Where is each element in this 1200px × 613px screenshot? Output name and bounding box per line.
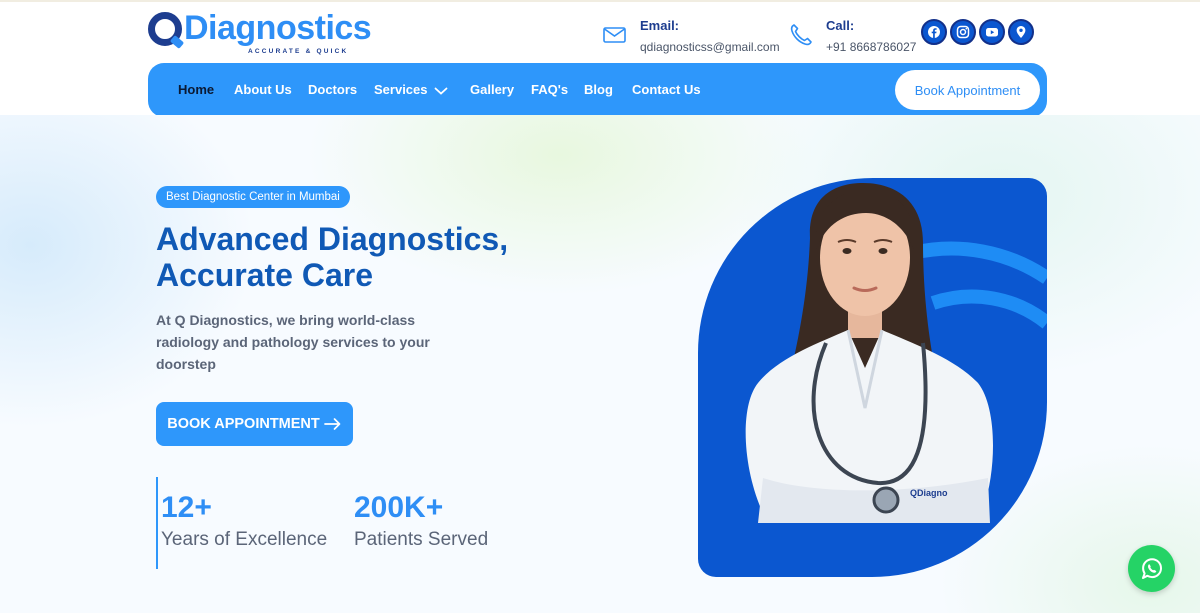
phone-icon [790, 24, 812, 46]
nav-home[interactable]: Home [178, 82, 214, 97]
facebook-icon[interactable] [921, 19, 947, 45]
stat-patients-label: Patients Served [354, 529, 489, 550]
stats-accent-line [156, 477, 158, 569]
social-links [921, 19, 1034, 45]
youtube-icon[interactable] [979, 19, 1005, 45]
nav-contact-us[interactable]: Contact Us [632, 82, 701, 97]
whatsapp-icon [1141, 557, 1162, 579]
hero-headline-line-2: Accurate Care [156, 257, 373, 293]
nav-blog[interactable]: Blog [584, 82, 613, 97]
stat-years: 12+ Years of Excellence [161, 491, 327, 551]
logo-tagline: ACCURATE & QUICK [248, 48, 349, 55]
call-value[interactable]: +91 8668786027 [826, 40, 916, 54]
coat-logo: QDiagno [910, 488, 948, 498]
nav-services-label: Services [374, 82, 428, 97]
instagram-icon[interactable] [950, 19, 976, 45]
hero-section: Best Diagnostic Center in Mumbai Advance… [0, 115, 1200, 613]
hero-headline: Advanced Diagnostics, Accurate Care [156, 221, 576, 293]
email-value[interactable]: qdiagnosticss@gmail.com [640, 40, 780, 54]
hero-subtext: At Q Diagnostics, we bring world-class r… [156, 312, 430, 372]
book-appointment-button[interactable]: Book Appointment [895, 70, 1040, 110]
nav-doctors[interactable]: Doctors [308, 82, 357, 97]
stat-years-value: 12+ [161, 491, 212, 524]
site-header: Diagnostics ACCURATE & QUICK Email: qdia… [0, 0, 1200, 117]
mail-icon [603, 27, 626, 43]
hero-cta-label: BOOK APPOINTMENT [167, 416, 320, 432]
location-pin-icon[interactable] [1008, 19, 1034, 45]
nav-about-us[interactable]: About Us [234, 82, 292, 97]
arrow-right-icon [323, 418, 341, 430]
main-nav: Home About Us Doctors Services Gallery F… [148, 63, 1047, 117]
chevron-down-icon [434, 87, 447, 95]
hero-headline-line-1: Advanced Diagnostics, [156, 221, 509, 257]
stat-years-label: Years of Excellence [161, 529, 328, 550]
call-label: Call: [826, 18, 855, 33]
nav-faqs[interactable]: FAQ's [531, 82, 568, 97]
nav-services[interactable]: Services [374, 82, 448, 97]
hero-book-appointment-button[interactable]: BOOK APPOINTMENT [156, 402, 353, 446]
brand-logo[interactable]: Diagnostics ACCURATE & QUICK [148, 9, 372, 55]
whatsapp-button[interactable] [1128, 545, 1175, 592]
hero-badge: Best Diagnostic Center in Mumbai [156, 186, 350, 208]
logo-q-mark [148, 12, 182, 46]
hero-image: QDiagno [698, 178, 1047, 577]
email-label: Email: [640, 18, 680, 33]
stat-patients-value: 200K+ [354, 491, 444, 524]
logo-wordmark: Diagnostics [184, 9, 372, 47]
stat-patients: 200K+ Patients Served [354, 491, 488, 551]
nav-gallery[interactable]: Gallery [470, 82, 514, 97]
doctor-illustration: QDiagno [745, 183, 1047, 523]
